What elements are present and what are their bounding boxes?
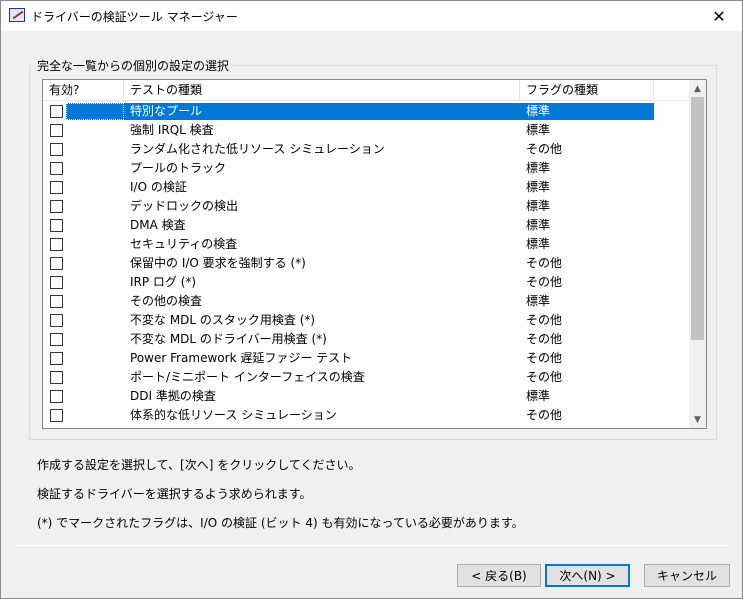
vertical-scrollbar[interactable]: ▲ ▼ xyxy=(689,80,706,428)
instruction-text: 作成する設定を選択して、[次へ] をクリックしてください。 xyxy=(37,458,361,472)
divider xyxy=(14,545,730,546)
table-row[interactable]: 特別なプール 標準 xyxy=(43,102,690,121)
flag-type-cell: 標準 xyxy=(526,218,551,232)
groupbox-label: 完全な一覧からの個別の設定の選択 xyxy=(34,57,233,74)
list-header: 有効? テストの種類 フラグの種類 xyxy=(43,80,690,101)
flag-type-cell: その他 xyxy=(526,370,563,384)
focus-rectangle xyxy=(66,103,124,120)
table-row[interactable]: 強制 IRQL 検査 標準 xyxy=(43,121,690,140)
next-button[interactable]: 次へ(N) > xyxy=(545,564,630,587)
flag-type-cell: その他 xyxy=(526,256,563,270)
table-row[interactable]: Power Framework 遅延ファジー テスト その他 xyxy=(43,349,690,368)
enable-checkbox[interactable] xyxy=(50,314,63,327)
table-row[interactable]: デッドロックの検出 標準 xyxy=(43,197,690,216)
flag-type-cell: 標準 xyxy=(526,199,551,213)
table-row[interactable]: ポート/ミニポート インターフェイスの検査 その他 xyxy=(43,368,690,387)
flag-type-cell: 標準 xyxy=(526,123,551,137)
test-name-cell: 保留中の I/O 要求を強制する (*) xyxy=(130,256,306,270)
flag-type-cell: 標準 xyxy=(526,237,551,251)
flag-type-cell: その他 xyxy=(526,332,563,346)
enable-checkbox[interactable] xyxy=(50,219,63,232)
table-row[interactable]: DDI 準拠の検査 標準 xyxy=(43,387,690,406)
dialog-window: ドライバーの検証ツール マネージャー ✕ 完全な一覧からの個別の設定の選択 有効… xyxy=(0,0,743,599)
test-name-cell: セキュリティの検査 xyxy=(130,237,238,251)
table-row[interactable]: 保留中の I/O 要求を強制する (*) その他 xyxy=(43,254,690,273)
test-name-cell: IRP ログ (*) xyxy=(130,275,197,289)
table-row[interactable]: DMA 検査 標準 xyxy=(43,216,690,235)
test-name-cell: DMA 検査 xyxy=(130,218,186,232)
column-header-flag-type[interactable]: フラグの種類 xyxy=(520,80,654,101)
enable-checkbox[interactable] xyxy=(50,371,63,384)
table-row[interactable]: I/O の検証 標準 xyxy=(43,178,690,197)
test-name-cell: 強制 IRQL 検査 xyxy=(130,123,214,137)
test-name-cell: プールのトラック xyxy=(130,161,227,175)
column-header-test-type[interactable]: テストの種類 xyxy=(124,80,520,101)
test-name-cell: ポート/ミニポート インターフェイスの検査 xyxy=(130,370,365,384)
settings-listview[interactable]: 有効? テストの種類 フラグの種類 特別なプール 標準 強制 IRQL 検査 標準 ラン… xyxy=(42,79,707,429)
test-name-cell: デッドロックの検出 xyxy=(130,199,239,213)
enable-checkbox[interactable] xyxy=(50,333,63,346)
enable-checkbox[interactable] xyxy=(50,162,63,175)
test-name-cell: I/O の検証 xyxy=(130,180,187,194)
table-row[interactable]: 体系的な低リソース シミュレーション その他 xyxy=(43,406,690,425)
table-row[interactable]: 不変な MDL のスタック用検査 (*) その他 xyxy=(43,311,690,330)
title-bar: ドライバーの検証ツール マネージャー ✕ xyxy=(1,1,742,31)
flag-type-cell: 標準 xyxy=(526,389,551,403)
enable-checkbox[interactable] xyxy=(50,238,63,251)
enable-checkbox[interactable] xyxy=(50,143,63,156)
list-rows: 特別なプール 標準 強制 IRQL 検査 標準 ランダム化された低リソース シミュレーシ… xyxy=(43,102,690,425)
test-name-cell: DDI 準拠の検査 xyxy=(130,389,216,403)
table-row[interactable]: その他の検査 標準 xyxy=(43,292,690,311)
test-name-cell: 体系的な低リソース シミュレーション xyxy=(130,408,337,422)
scroll-up-arrow-icon[interactable]: ▲ xyxy=(689,80,706,97)
flag-type-cell: 標準 xyxy=(526,104,551,118)
table-row[interactable]: セキュリティの検査 標準 xyxy=(43,235,690,254)
test-name-cell: 不変な MDL のドライバー用検査 (*) xyxy=(130,332,327,346)
window-title: ドライバーの検証ツール マネージャー xyxy=(31,10,238,24)
enable-checkbox[interactable] xyxy=(50,105,63,118)
enable-checkbox[interactable] xyxy=(50,295,63,308)
table-row[interactable]: ランダム化された低リソース シミュレーション その他 xyxy=(43,140,690,159)
table-row[interactable]: IRP ログ (*) その他 xyxy=(43,273,690,292)
back-button[interactable]: < 戻る(B) xyxy=(457,564,541,587)
enable-checkbox[interactable] xyxy=(50,352,63,365)
enable-checkbox[interactable] xyxy=(50,257,63,270)
flag-type-cell: その他 xyxy=(526,351,563,365)
test-name-cell: Power Framework 遅延ファジー テスト xyxy=(130,351,353,365)
column-header-enabled[interactable]: 有効? xyxy=(43,80,124,101)
flag-type-cell: その他 xyxy=(526,313,563,327)
test-name-cell: 不変な MDL のスタック用検査 (*) xyxy=(130,313,316,327)
flag-type-cell: その他 xyxy=(526,275,563,289)
test-name-cell: ランダム化された低リソース シミュレーション xyxy=(130,142,385,156)
flag-type-cell: 標準 xyxy=(526,161,551,175)
test-name-cell: 特別なプール xyxy=(130,104,203,118)
driver-prompt-text: 検証するドライバーを選択するよう求められます。 xyxy=(37,487,312,501)
flag-type-cell: その他 xyxy=(526,142,563,156)
close-button[interactable]: ✕ xyxy=(696,1,742,31)
scrollbar-thumb[interactable] xyxy=(691,97,704,340)
enable-checkbox[interactable] xyxy=(50,200,63,213)
enable-checkbox[interactable] xyxy=(50,276,63,289)
cancel-button[interactable]: キャンセル xyxy=(644,564,730,587)
enable-checkbox[interactable] xyxy=(50,124,63,137)
enable-checkbox[interactable] xyxy=(50,181,63,194)
table-row[interactable]: 不変な MDL のドライバー用検査 (*) その他 xyxy=(43,330,690,349)
table-row[interactable]: プールのトラック 標準 xyxy=(43,159,690,178)
enable-checkbox[interactable] xyxy=(50,409,63,422)
flag-note-text: (*) でマークされたフラグは、I/O の検証 (ビット 4) も有効になってい… xyxy=(37,516,524,530)
flag-type-cell: その他 xyxy=(526,408,563,422)
scroll-down-arrow-icon[interactable]: ▼ xyxy=(689,411,706,428)
enable-checkbox[interactable] xyxy=(50,390,63,403)
test-name-cell: その他の検査 xyxy=(130,294,203,308)
driver-verifier-icon xyxy=(9,8,25,22)
flag-type-cell: 標準 xyxy=(526,294,551,308)
flag-type-cell: 標準 xyxy=(526,180,551,194)
